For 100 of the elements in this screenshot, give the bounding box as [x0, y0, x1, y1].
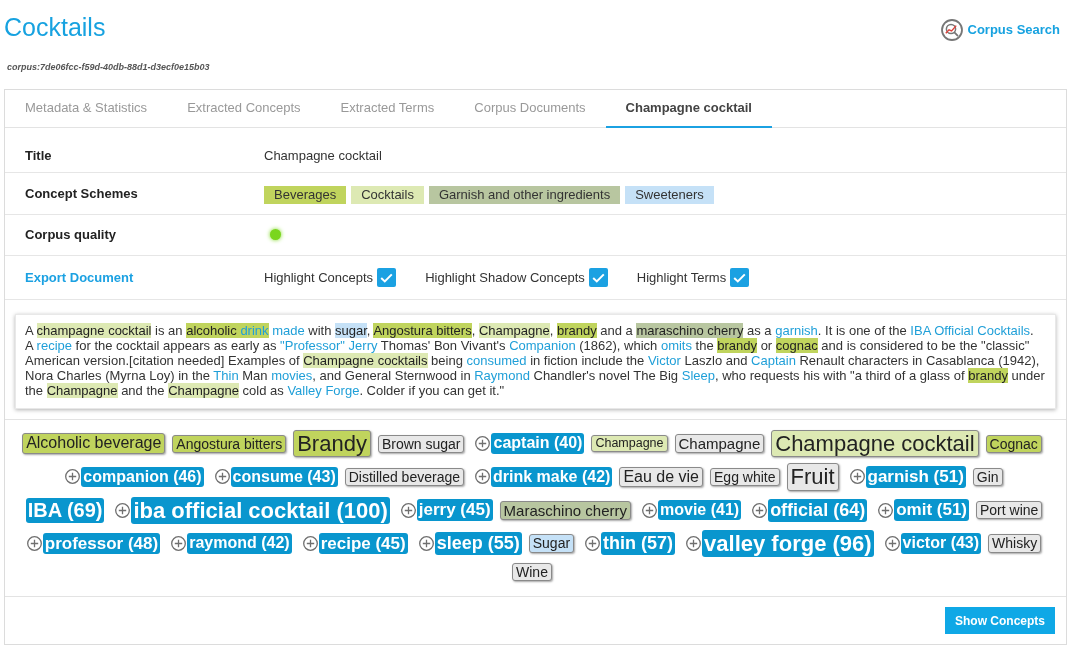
- scheme-tag: Beverages: [264, 185, 347, 204]
- scheme-tag: Garnish and other ingredients: [428, 185, 621, 204]
- term-tag[interactable]: omit (51): [894, 499, 969, 521]
- term-link[interactable]: Thin: [213, 368, 239, 383]
- term-link[interactable]: Companion: [509, 338, 576, 353]
- scheme-tag: Sweeteners: [625, 185, 714, 204]
- plus-circle-icon[interactable]: [302, 536, 318, 552]
- concept-tag[interactable]: Cognac: [985, 434, 1042, 453]
- term-link[interactable]: made: [268, 323, 305, 338]
- concept-tag[interactable]: Brown sugar: [377, 434, 465, 453]
- plus-circle-icon[interactable]: [171, 536, 187, 552]
- concept-highlight: alcoholic: [186, 323, 241, 338]
- term-tag[interactable]: victor (43): [900, 533, 982, 554]
- concept-tag[interactable]: Sugar: [528, 534, 575, 553]
- plus-circle-icon[interactable]: [418, 536, 434, 552]
- concept-tag[interactable]: Egg white: [710, 467, 780, 486]
- plus-circle-icon[interactable]: [585, 536, 601, 552]
- term-link[interactable]: garnish: [775, 323, 818, 338]
- term-tag[interactable]: IBA (69): [25, 497, 105, 523]
- concept-tag[interactable]: Eau de vie: [619, 466, 703, 488]
- concept-tag[interactable]: Brandy: [293, 430, 371, 458]
- plus-circle-icon[interactable]: [475, 436, 491, 452]
- field-label: Concept Schemes: [25, 184, 138, 203]
- concept-tag[interactable]: Champagne cocktail: [771, 430, 979, 458]
- plus-circle-icon[interactable]: [642, 502, 657, 518]
- term-link[interactable]: recipe: [36, 338, 72, 353]
- tab[interactable]: Champagne cocktail: [605, 90, 772, 128]
- term-tag[interactable]: companion (46): [81, 466, 204, 488]
- page-title: Cocktails: [4, 12, 106, 42]
- tab[interactable]: Extracted Terms: [320, 90, 455, 128]
- plus-circle-icon[interactable]: [115, 502, 131, 518]
- term-tag[interactable]: captain (40): [491, 433, 585, 454]
- export-document-link[interactable]: Export Document: [25, 267, 134, 288]
- term-tag[interactable]: garnish (51): [865, 466, 966, 488]
- option-label: Highlight Terms: [636, 268, 727, 287]
- check-icon: [733, 272, 747, 283]
- option-label: Highlight Concepts: [264, 268, 374, 287]
- plus-circle-icon[interactable]: [878, 502, 894, 518]
- plus-circle-icon[interactable]: [475, 469, 490, 485]
- concept-tag[interactable]: Distilled beverage: [344, 467, 464, 486]
- term-tag[interactable]: professor (48): [42, 532, 161, 555]
- concept-highlight: Angostura bitters: [373, 323, 472, 338]
- term-link[interactable]: omits: [660, 338, 692, 353]
- plus-circle-icon[interactable]: [214, 469, 230, 485]
- tab[interactable]: Extracted Concepts: [167, 90, 321, 128]
- field-label: Title: [25, 146, 52, 165]
- term-link[interactable]: drink: [240, 323, 269, 338]
- concept-tag[interactable]: Fruit: [786, 463, 839, 491]
- term-tag[interactable]: drink make (42): [491, 466, 613, 488]
- concept-tag[interactable]: Port wine: [976, 501, 1043, 520]
- plus-circle-icon[interactable]: [686, 536, 702, 552]
- plus-circle-icon[interactable]: [884, 536, 900, 552]
- concept-tag[interactable]: Maraschino cherry: [499, 500, 631, 520]
- concept-highlight: brandy: [556, 323, 597, 338]
- term-tag[interactable]: recipe (45): [318, 532, 408, 555]
- checkbox[interactable]: [377, 268, 397, 287]
- plus-circle-icon[interactable]: [26, 536, 42, 552]
- corpus-search-link[interactable]: Corpus Search: [940, 19, 1060, 41]
- term-tag[interactable]: sleep (55): [434, 532, 522, 555]
- checkbox[interactable]: [588, 268, 608, 287]
- concept-highlight: cognac: [775, 338, 818, 353]
- concept-highlight: brandy: [968, 368, 1008, 383]
- term-link[interactable]: Jerry: [345, 338, 378, 353]
- plus-circle-icon[interactable]: [400, 502, 416, 518]
- concept-highlight: champagne cocktail: [36, 323, 152, 338]
- concept-highlight: Champagne: [168, 383, 239, 398]
- concept-tag[interactable]: Angostura bitters: [172, 434, 287, 453]
- term-tag[interactable]: official (64): [768, 498, 868, 522]
- term-link[interactable]: Victor: [647, 353, 681, 368]
- plus-circle-icon[interactable]: [849, 469, 865, 485]
- term-link[interactable]: Captain: [751, 353, 796, 368]
- concept-tag[interactable]: Gin: [972, 467, 1003, 486]
- term-tag[interactable]: iba official cocktail (100): [131, 496, 390, 524]
- search-icon[interactable]: [940, 19, 963, 41]
- term-tag[interactable]: jerry (45): [416, 499, 493, 521]
- term-tag[interactable]: valley forge (96): [702, 529, 874, 558]
- plus-circle-icon[interactable]: [752, 502, 768, 518]
- concept-tag[interactable]: Whisky: [988, 534, 1042, 553]
- plus-circle-icon[interactable]: [65, 469, 81, 485]
- checkbox[interactable]: [730, 268, 750, 287]
- term-link[interactable]: Sleep: [681, 368, 715, 383]
- term-tag[interactable]: movie (41): [658, 500, 742, 521]
- document-paragraph: A recipe for the cocktail appears as early as "Professor" Jerry Thomas' Bon Vivant's Companion (1862), which omits the brandy or cognac and is considered to be the "classic" American version.[citation needed] Examples of Champagne cocktails being consumed in fiction include the Victor Laszlo and Captain Renault characters in Casablanca (1942), Nora Charles (Myrna Loy) in the Thin Man movies, and General Sternwood in Raymond Chandler's novel The Big Sleep, who requests his with "a third of a glass of brandy under the Champagne and the Champagne cold as Valley Forge. Colder if you can get it.": [25, 338, 1046, 398]
- check-icon: [591, 272, 605, 283]
- tab[interactable]: Corpus Documents: [454, 90, 606, 128]
- field-value: Champagne cocktail: [264, 146, 382, 165]
- term-link[interactable]: Raymond: [474, 368, 530, 383]
- concept-highlight: Champagne: [46, 383, 118, 398]
- concept-tag[interactable]: Champagne: [674, 434, 765, 454]
- term-tag[interactable]: consume (43): [230, 466, 338, 488]
- concept-tag[interactable]: Wine: [512, 563, 552, 582]
- show-concepts-button[interactable]: Show Concepts: [945, 607, 1055, 635]
- term-tag[interactable]: raymond (42): [187, 533, 292, 554]
- term-tag[interactable]: thin (57): [601, 532, 676, 555]
- tab[interactable]: Metadata & Statistics: [5, 90, 168, 128]
- option-label: Highlight Shadow Concepts: [425, 268, 585, 287]
- concept-tag[interactable]: Alcoholic beverage: [22, 433, 166, 454]
- concept-tag[interactable]: Champagne: [591, 435, 668, 452]
- term-link[interactable]: consumed: [466, 353, 527, 368]
- term-link[interactable]: "Professor": [280, 338, 345, 353]
